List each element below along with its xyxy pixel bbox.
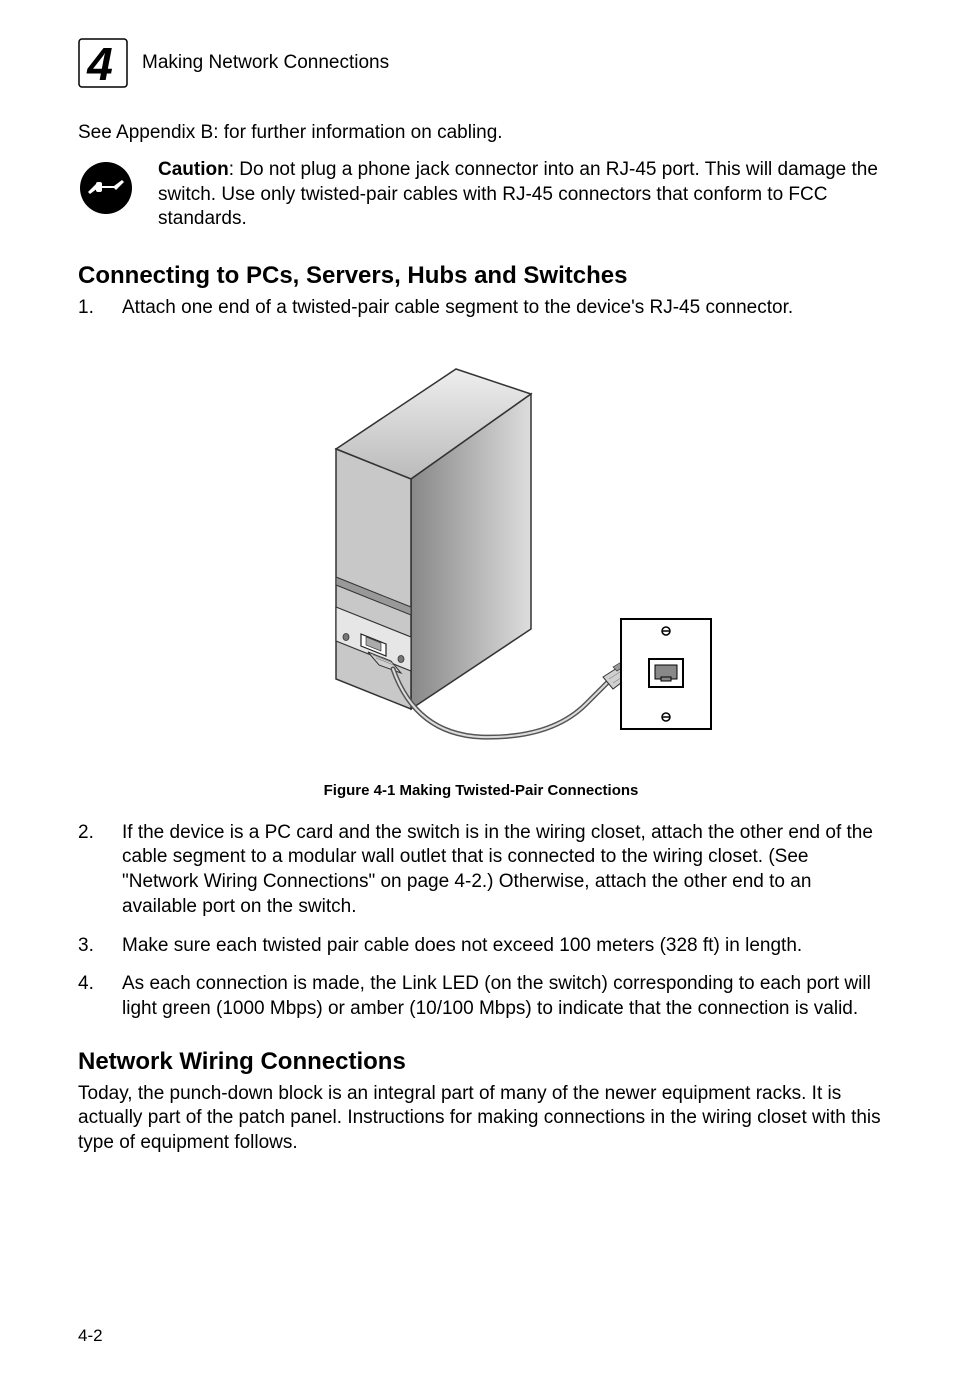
figure-caption: Figure 4-1 Making Twisted-Pair Connectio…: [78, 782, 884, 799]
list-item-text: As each connection is made, the Link LED…: [122, 972, 884, 1021]
caution-text: Caution: Do not plug a phone jack connec…: [158, 158, 884, 232]
page-number: 4-2: [78, 1326, 103, 1346]
list-number: 4.: [78, 972, 98, 1021]
svg-text:4: 4: [86, 38, 113, 88]
section-heading-connecting: Connecting to PCs, Servers, Hubs and Swi…: [78, 262, 884, 290]
caution-icon: [78, 160, 138, 221]
list-number: 1.: [78, 296, 98, 321]
list-number: 3.: [78, 934, 98, 959]
list-item-text: Make sure each twisted pair cable does n…: [122, 934, 884, 959]
chapter-number-icon: 4: [78, 38, 128, 88]
intro-text: See Appendix B: for further information …: [78, 122, 884, 144]
figure-4-1: [78, 339, 884, 764]
list-item-text: Attach one end of a twisted-pair cable s…: [122, 296, 884, 321]
caution-body: : Do not plug a phone jack connector int…: [158, 159, 878, 229]
section2-paragraph: Today, the punch-down block is an integr…: [78, 1082, 884, 1156]
caution-label: Caution: [158, 159, 229, 180]
section-heading-network-wiring: Network Wiring Connections: [78, 1048, 884, 1076]
list-number: 2.: [78, 821, 98, 920]
list-item-text: If the device is a PC card and the switc…: [122, 821, 884, 920]
running-header: Making Network Connections: [142, 52, 389, 74]
